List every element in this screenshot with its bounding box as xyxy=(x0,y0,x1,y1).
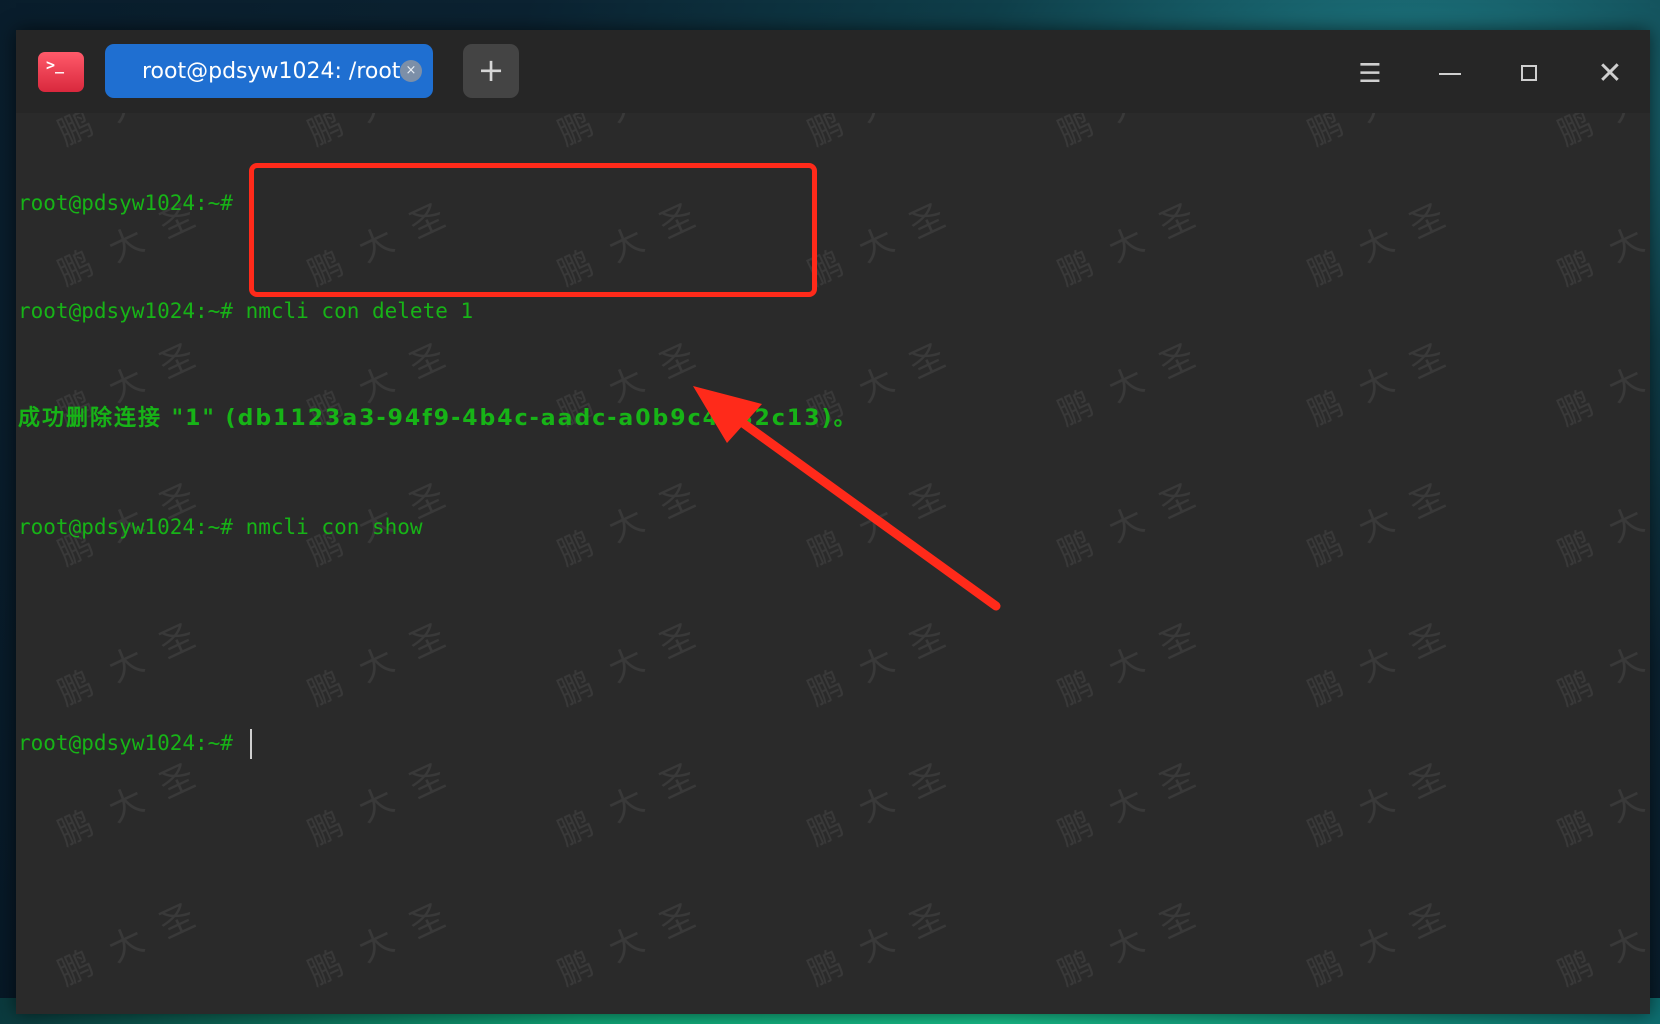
annotation-highlight-box xyxy=(249,163,817,297)
watermark-text: 鹏大圣 xyxy=(1301,747,1472,855)
watermark-text: 鹏大圣 xyxy=(1051,467,1222,575)
menu-icon[interactable]: ☰ xyxy=(1350,54,1390,94)
close-icon[interactable]: ✕ xyxy=(1590,54,1630,94)
minimize-icon[interactable] xyxy=(1430,54,1470,94)
watermark-text: 鹏大圣 xyxy=(1049,113,1222,155)
watermark-text: 鹏大圣 xyxy=(1051,747,1222,855)
watermark-text: 鹏大圣 xyxy=(1551,887,1650,995)
terminal-prompt: root@pdsyw1024:~# xyxy=(18,731,246,755)
watermark-text: 鹏大圣 xyxy=(1549,113,1650,155)
watermark-text: 鹏大圣 xyxy=(301,887,472,995)
title-bar: >_ root@pdsyw1024: /root × + ☰ ✕ xyxy=(16,30,1650,113)
watermark-text: 鹏大圣 xyxy=(1551,187,1650,295)
terminal-line: root@pdsyw1024:~# nmcli con delete 1 xyxy=(18,299,474,323)
terminal-area[interactable]: 鹏大圣 鹏大圣 鹏大圣 鹏大圣 鹏大圣 鹏大圣 鹏大圣 鹏大圣 鹏大圣 鹏大圣 鹏大圣 鹏大圣 鹏大圣鹏… xyxy=(16,113,1650,1014)
watermark-text: 鹏大圣 xyxy=(1301,187,1472,295)
terminal-prompt-line: root@pdsyw1024:~# xyxy=(18,725,858,761)
tab-close-icon[interactable]: × xyxy=(400,60,422,82)
watermark-text: 鹏大圣 xyxy=(1301,607,1472,715)
watermark-text: 鹏大圣 xyxy=(551,887,722,995)
new-tab-button[interactable]: + xyxy=(463,44,519,98)
watermark-text: 鹏大圣 xyxy=(1551,747,1650,855)
tab-label: root@pdsyw1024: /root xyxy=(142,58,401,84)
tab-active-terminal[interactable]: root@pdsyw1024: /root × xyxy=(105,44,433,98)
watermark-text: 鹏大圣 xyxy=(1051,607,1222,715)
text-cursor xyxy=(249,729,252,759)
maximize-icon[interactable] xyxy=(1510,54,1550,94)
watermark-text: 鹏大圣 xyxy=(1301,887,1472,995)
watermark-text: 鹏大圣 xyxy=(1051,187,1222,295)
terminal-line: root@pdsyw1024:~# nmcli con show xyxy=(18,515,423,539)
watermark-text: 鹏大圣 xyxy=(51,887,222,995)
watermark-text: 鹏大圣 xyxy=(1551,327,1650,435)
watermark-text: 鹏大圣 xyxy=(1299,113,1472,155)
watermark-text: 鹏大圣 xyxy=(1301,327,1472,435)
watermark-text: 鹏大圣 xyxy=(1051,887,1222,995)
terminal-window: >_ root@pdsyw1024: /root × + ☰ ✕ 鹏大圣 鹏大圣鹏… xyxy=(16,30,1650,1014)
app-icon-glyph: >_ xyxy=(46,56,65,74)
terminal-line: 成功删除连接 "1" (db1123a3-94f9-4b4c-aadc-a0b9… xyxy=(18,406,858,431)
watermark-text: 鹏大圣 xyxy=(1551,467,1650,575)
watermark-text: 鹏大圣 xyxy=(1551,607,1650,715)
watermark-text: 鹏大圣 xyxy=(1051,327,1222,435)
watermark-text: 鹏大圣 xyxy=(801,887,972,995)
watermark-text: 鹏大圣 xyxy=(1301,467,1472,575)
terminal-app-icon[interactable]: >_ xyxy=(38,52,84,92)
